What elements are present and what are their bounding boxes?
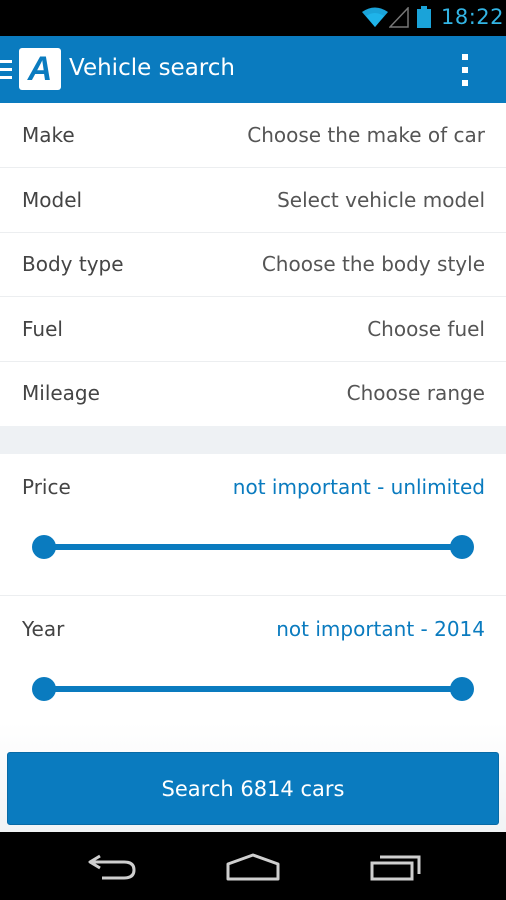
filter-row-fuel[interactable]: Fuel Choose fuel (0, 297, 506, 362)
home-icon[interactable] (225, 852, 281, 882)
filter-value: Choose fuel (367, 317, 485, 341)
wifi-icon (362, 7, 388, 27)
system-nav-bar (0, 832, 506, 900)
signal-icon (389, 7, 409, 28)
filter-label: Fuel (22, 317, 63, 341)
filter-row-make[interactable]: Make Choose the make of car (0, 103, 506, 168)
filter-label: Body type (22, 252, 124, 276)
overflow-menu-icon[interactable] (455, 54, 477, 86)
price-slider-min-thumb[interactable] (32, 535, 56, 559)
menu-icon[interactable] (0, 60, 12, 80)
year-range-value: not important - 2014 (276, 617, 485, 641)
battery-icon (417, 6, 431, 28)
filter-value: Choose the make of car (247, 123, 485, 147)
price-slider-track (44, 544, 462, 550)
filter-row-body-type[interactable]: Body type Choose the body style (0, 232, 506, 297)
price-slider[interactable] (32, 535, 474, 559)
year-slider-max-thumb[interactable] (450, 677, 474, 701)
price-range-value: not important - unlimited (232, 475, 485, 499)
filter-label: Mileage (22, 381, 100, 405)
filter-row-mileage[interactable]: Mileage Choose range (0, 361, 506, 426)
divider (0, 595, 506, 596)
status-bar: 18:22 (0, 0, 506, 36)
back-icon[interactable] (86, 852, 138, 882)
year-label: Year (22, 617, 65, 641)
page-title: Vehicle search (69, 55, 235, 81)
section-divider (0, 426, 506, 454)
year-slider-min-thumb[interactable] (32, 677, 56, 701)
app-logo[interactable]: A (19, 48, 61, 90)
year-slider[interactable] (32, 677, 474, 701)
status-time: 18:22 (441, 5, 505, 29)
price-label: Price (22, 475, 71, 499)
filter-value: Choose range (346, 381, 485, 405)
search-form: Make Choose the make of car Model Select… (0, 103, 506, 832)
filter-row-model[interactable]: Model Select vehicle model (0, 168, 506, 233)
search-button[interactable]: Search 6814 cars (7, 752, 499, 825)
filter-value: Select vehicle model (277, 188, 485, 212)
app-bar: A Vehicle search (0, 36, 506, 103)
filter-label: Model (22, 188, 83, 212)
filter-value: Choose the body style (261, 252, 485, 276)
year-slider-track (44, 686, 462, 692)
filter-label: Make (22, 123, 75, 147)
recents-icon[interactable] (368, 852, 422, 882)
logo-letter: A (27, 50, 53, 88)
price-slider-max-thumb[interactable] (450, 535, 474, 559)
